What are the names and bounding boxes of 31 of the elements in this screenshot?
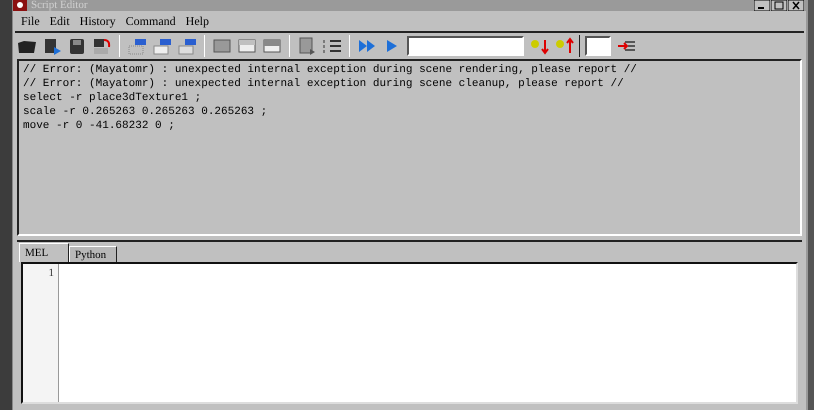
menu-item[interactable]: Edit <box>50 12 70 30</box>
maximize-icon[interactable] <box>771 0 787 11</box>
menu-item[interactable]: File <box>21 12 40 30</box>
code-editor[interactable]: 1 <box>21 262 798 404</box>
numbered-list-icon[interactable] <box>322 37 342 55</box>
flashlight-up-icon[interactable] <box>554 37 574 55</box>
document-icon[interactable] <box>42 37 62 55</box>
execute-all-icon[interactable] <box>357 37 377 55</box>
minimize-icon[interactable] <box>754 0 770 11</box>
line-number: 1 <box>48 266 54 280</box>
search-field[interactable] <box>407 36 524 56</box>
output-line: scale -r 0.265263 0.265263 0.265263 ; <box>23 105 268 119</box>
output-line: // Error: (Mayatomr) : unexpected internal exception during scene rendering, please report // <box>23 63 638 77</box>
tab[interactable]: MEL <box>19 243 69 262</box>
menu-item[interactable]: History <box>80 12 116 30</box>
flashlight-down-icon[interactable] <box>529 37 549 55</box>
menu-item[interactable]: Command <box>126 12 176 30</box>
pane-bottom-icon[interactable] <box>237 37 257 55</box>
save-arrow-icon[interactable] <box>92 37 112 55</box>
menu-item[interactable]: Help <box>186 12 209 30</box>
document-play-icon[interactable] <box>297 37 317 55</box>
pane-top-icon[interactable] <box>212 37 232 55</box>
output-line: // Error: (Mayatomr) : unexpected internal exception during scene cleanup, please report // <box>23 77 625 91</box>
tab[interactable]: Python <box>69 246 117 262</box>
output-line: move -r 0 -41.68232 0 ; <box>23 119 176 133</box>
app-logo-icon <box>13 0 27 11</box>
line-number-field[interactable] <box>585 36 611 56</box>
output-line: select -r place3dTexture1 ; <box>23 91 202 105</box>
save-icon[interactable] <box>67 37 87 55</box>
pane-split-icon[interactable] <box>262 37 282 55</box>
close-icon[interactable] <box>788 0 804 11</box>
